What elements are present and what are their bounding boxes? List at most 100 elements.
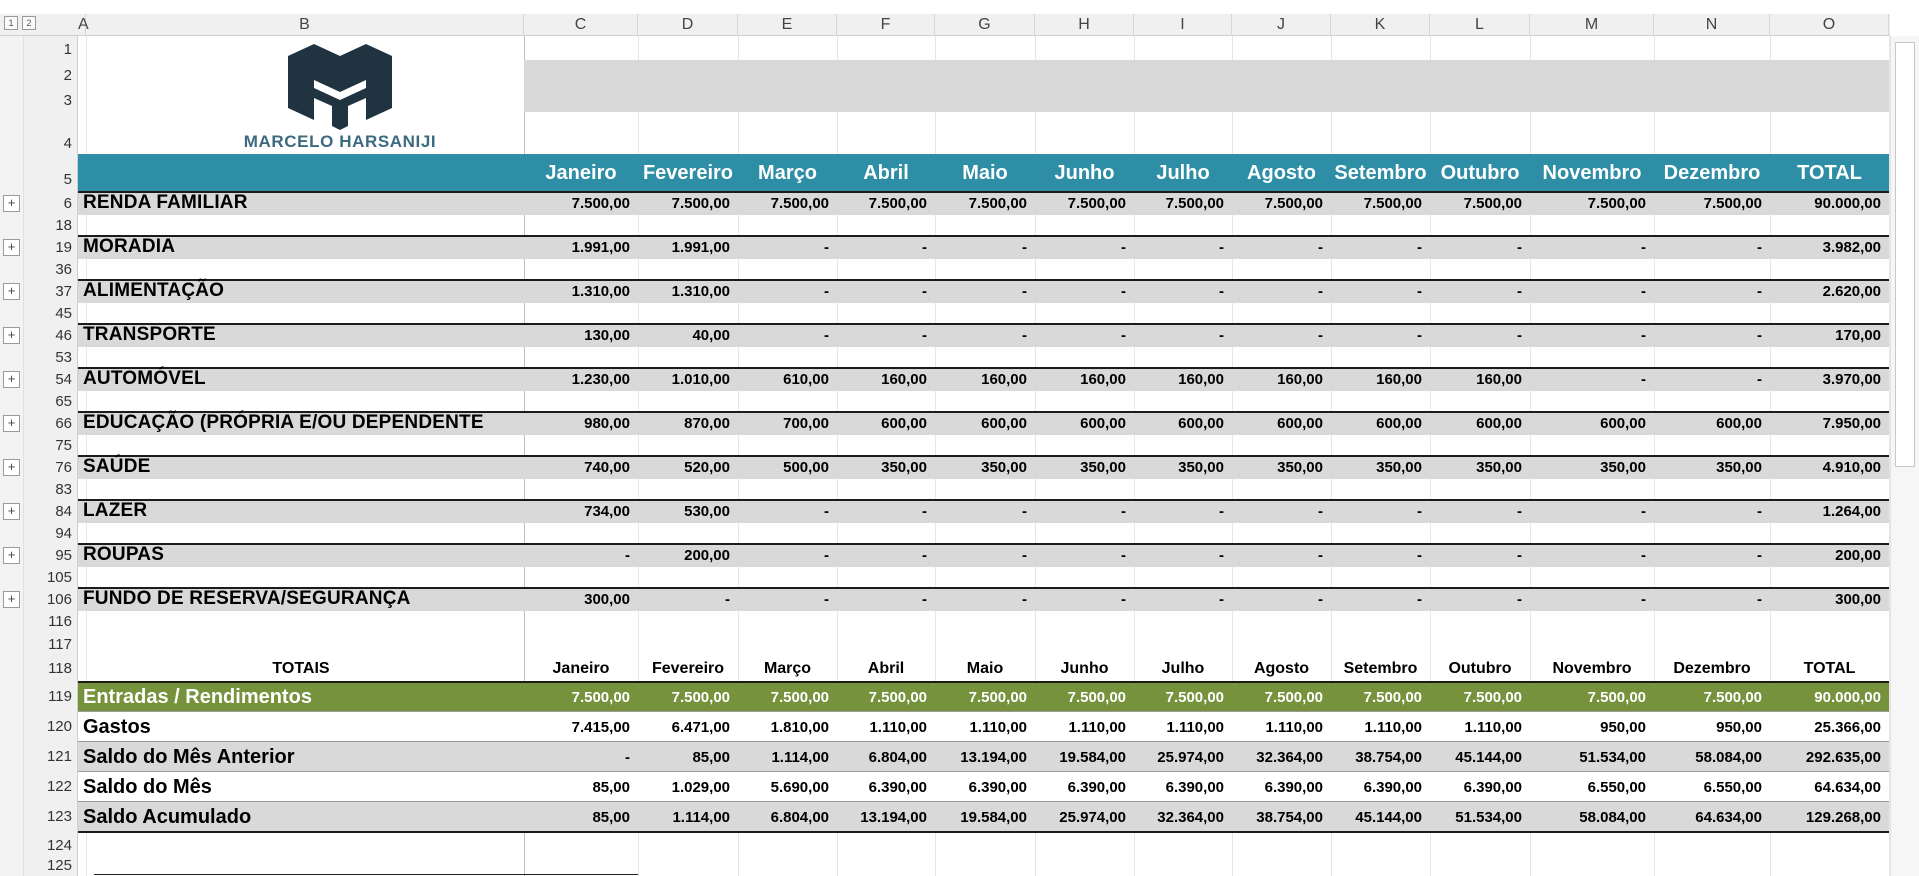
value-cell[interactable]: - (638, 591, 730, 608)
column-header-c[interactable]: C (524, 14, 638, 36)
summary-value-cell[interactable]: 6.804,00 (837, 749, 927, 766)
value-cell[interactable]: - (524, 547, 630, 564)
value-cell[interactable]: - (738, 283, 829, 300)
value-cell[interactable]: - (1232, 591, 1323, 608)
value-cell[interactable]: 350,00 (1530, 459, 1646, 476)
column-header-e[interactable]: E (738, 14, 837, 36)
column-header-o[interactable]: O (1770, 14, 1889, 36)
summary-value-cell[interactable]: 13.194,00 (935, 749, 1027, 766)
summary-value-cell[interactable]: 25.974,00 (1134, 749, 1224, 766)
row-number[interactable]: 118 (24, 660, 78, 677)
value-cell[interactable]: 7.500,00 (638, 195, 730, 212)
value-cell[interactable]: - (1430, 327, 1522, 344)
value-cell[interactable]: - (1232, 547, 1323, 564)
row-number[interactable]: 5 (24, 171, 78, 188)
total-cell[interactable]: 300,00 (1770, 591, 1881, 608)
value-cell[interactable]: - (1654, 503, 1762, 520)
column-header-n[interactable]: N (1654, 14, 1770, 36)
summary-value-cell[interactable]: 6.390,00 (837, 779, 927, 796)
value-cell[interactable]: - (738, 503, 829, 520)
outline-level-2-button[interactable]: 2 (22, 16, 36, 30)
value-cell[interactable]: - (1232, 327, 1323, 344)
value-cell[interactable]: - (1035, 547, 1126, 564)
expand-group-button[interactable]: + (3, 195, 20, 212)
value-cell[interactable]: 350,00 (1232, 459, 1323, 476)
value-cell[interactable]: 200,00 (638, 547, 730, 564)
row-number[interactable]: 37 (24, 283, 78, 300)
summary-value-cell[interactable]: - (524, 749, 630, 766)
value-cell[interactable]: 600,00 (1530, 415, 1646, 432)
value-cell[interactable]: 7.500,00 (935, 195, 1027, 212)
expand-group-button[interactable]: + (3, 239, 20, 256)
value-cell[interactable]: - (1331, 503, 1422, 520)
summary-value-cell[interactable]: 1.110,00 (1331, 719, 1422, 736)
value-cell[interactable]: - (1654, 283, 1762, 300)
value-cell[interactable]: 160,00 (1232, 371, 1323, 388)
total-cell[interactable]: 3.970,00 (1770, 371, 1881, 388)
value-cell[interactable]: 7.500,00 (1134, 195, 1224, 212)
column-header-g[interactable]: G (935, 14, 1035, 36)
row-number[interactable]: 19 (24, 239, 78, 256)
value-cell[interactable]: - (935, 327, 1027, 344)
expand-group-button[interactable]: + (3, 547, 20, 564)
expand-group-button[interactable]: + (3, 459, 20, 476)
summary-value-cell[interactable]: 85,00 (638, 749, 730, 766)
value-cell[interactable]: 600,00 (1430, 415, 1522, 432)
row-number[interactable]: 106 (24, 591, 78, 608)
value-cell[interactable]: - (1331, 327, 1422, 344)
summary-value-cell[interactable]: 45.144,00 (1430, 749, 1522, 766)
column-header-a[interactable]: A (78, 14, 89, 36)
column-header-b[interactable]: B (86, 14, 524, 36)
column-header-m[interactable]: M (1530, 14, 1654, 36)
summary-value-cell[interactable]: 6.390,00 (1232, 779, 1323, 796)
value-cell[interactable]: - (1035, 283, 1126, 300)
column-header-l[interactable]: L (1430, 14, 1530, 36)
value-cell[interactable]: 350,00 (935, 459, 1027, 476)
expand-group-button[interactable]: + (3, 503, 20, 520)
total-cell[interactable]: 2.620,00 (1770, 283, 1881, 300)
value-cell[interactable]: 160,00 (1331, 371, 1422, 388)
summary-value-cell[interactable]: 1.110,00 (1035, 719, 1126, 736)
value-cell[interactable]: 7.500,00 (1530, 195, 1646, 212)
summary-value-cell[interactable]: 25.974,00 (1035, 809, 1126, 826)
value-cell[interactable]: - (1134, 591, 1224, 608)
value-cell[interactable]: - (1654, 547, 1762, 564)
summary-value-cell[interactable]: 1.110,00 (1232, 719, 1323, 736)
value-cell[interactable]: - (1134, 239, 1224, 256)
value-cell[interactable]: 350,00 (1134, 459, 1224, 476)
value-cell[interactable]: - (738, 547, 829, 564)
row-number[interactable]: 66 (24, 415, 78, 432)
summary-value-cell[interactable]: 13.194,00 (837, 809, 927, 826)
summary-value-cell[interactable]: 1.110,00 (837, 719, 927, 736)
value-cell[interactable]: - (1530, 591, 1646, 608)
value-cell[interactable]: 7.500,00 (524, 195, 630, 212)
row-number[interactable]: 94 (24, 525, 78, 542)
summary-value-cell[interactable]: 6.390,00 (1134, 779, 1224, 796)
value-cell[interactable]: - (738, 327, 829, 344)
summary-value-cell[interactable]: 7.500,00 (738, 689, 829, 706)
row-number[interactable]: 95 (24, 547, 78, 564)
value-cell[interactable]: 1.991,00 (524, 239, 630, 256)
row-number[interactable]: 53 (24, 349, 78, 366)
value-cell[interactable]: - (1035, 503, 1126, 520)
column-header-j[interactable]: J (1232, 14, 1331, 36)
scrollbar-thumb[interactable] (1895, 42, 1915, 467)
summary-value-cell[interactable]: 85,00 (524, 809, 630, 826)
value-cell[interactable]: 600,00 (1232, 415, 1323, 432)
summary-value-cell[interactable]: 1.110,00 (935, 719, 1027, 736)
value-cell[interactable]: 610,00 (738, 371, 829, 388)
value-cell[interactable]: - (1035, 591, 1126, 608)
value-cell[interactable]: 600,00 (837, 415, 927, 432)
value-cell[interactable]: 734,00 (524, 503, 630, 520)
value-cell[interactable]: - (1654, 371, 1762, 388)
value-cell[interactable]: - (1654, 327, 1762, 344)
column-header-h[interactable]: H (1035, 14, 1134, 36)
value-cell[interactable]: - (738, 239, 829, 256)
total-cell[interactable]: 200,00 (1770, 547, 1881, 564)
summary-total-cell[interactable]: 25.366,00 (1770, 719, 1881, 736)
summary-value-cell[interactable]: 32.364,00 (1232, 749, 1323, 766)
summary-value-cell[interactable]: 7.500,00 (1430, 689, 1522, 706)
value-cell[interactable]: - (1430, 239, 1522, 256)
expand-group-button[interactable]: + (3, 327, 20, 344)
value-cell[interactable]: - (837, 327, 927, 344)
